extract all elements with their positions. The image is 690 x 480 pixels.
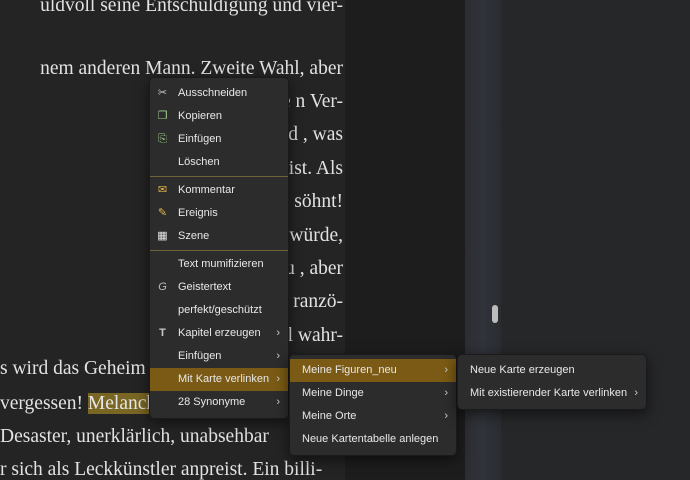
chapter-icon: T xyxy=(159,327,166,339)
menu-item-comment[interactable]: ✉ Kommentar xyxy=(150,179,288,202)
menu-item-label: Kommentar xyxy=(178,184,235,196)
menu-item-label: Meine Dinge xyxy=(302,387,364,399)
menu-item-new-card-table[interactable]: Neue Kartentabelle anlegen xyxy=(290,428,456,451)
comment-icon: ✉ xyxy=(157,184,168,196)
text-line: r sich als Leckkünstler anpreist. Ein bi… xyxy=(0,459,323,480)
menu-item-label: Geistertext xyxy=(178,281,232,293)
menu-item-ghost-text[interactable]: G Geistertext xyxy=(150,276,288,299)
menu-item-label: Meine Figuren_neu xyxy=(302,364,397,376)
chevron-right-icon: › xyxy=(276,396,280,408)
clapperboard-icon: ▦ xyxy=(157,230,168,242)
menu-item-label: Ausschneiden xyxy=(178,87,248,99)
menu-item-copy[interactable]: ❐ Kopieren xyxy=(150,105,288,128)
chevron-right-icon: › xyxy=(634,387,638,399)
menu-item-label: Ereignis xyxy=(178,207,218,219)
chevron-right-icon: › xyxy=(444,410,448,422)
menu-separator xyxy=(150,250,288,251)
chevron-right-icon: › xyxy=(444,387,448,399)
paste-icon: ⎘ xyxy=(158,133,167,145)
menu-item-protected[interactable]: perfekt/geschützt xyxy=(150,299,288,322)
menu-item-create-chapter[interactable]: T Kapitel erzeugen › xyxy=(150,322,288,345)
menu-item-my-things[interactable]: Meine Dinge › xyxy=(290,382,456,405)
menu-item-my-characters[interactable]: Meine Figuren_neu › xyxy=(290,359,456,382)
menu-item-synonyms[interactable]: 28 Synonyme › xyxy=(150,391,288,414)
chevron-right-icon: › xyxy=(276,373,280,385)
submenu-link-card: Meine Figuren_neu › Meine Dinge › Meine Or… xyxy=(289,354,457,456)
menu-item-link-card[interactable]: Mit Karte verlinken › xyxy=(150,368,288,391)
submenu-my-characters: Neue Karte erzeugen Mit existierender Ka… xyxy=(457,354,647,410)
chevron-right-icon: › xyxy=(276,350,280,362)
menu-item-create-card[interactable]: Neue Karte erzeugen xyxy=(458,359,646,382)
menu-item-mummify[interactable]: Text mumifizieren xyxy=(150,253,288,276)
menu-item-cut[interactable]: ✂ Ausschneiden xyxy=(150,82,288,105)
scissors-icon: ✂ xyxy=(157,87,168,99)
menu-item-label: 28 Synonyme xyxy=(178,396,246,408)
menu-item-scene[interactable]: ▦ Szene xyxy=(150,225,288,248)
menu-item-delete[interactable]: Löschen xyxy=(150,151,288,174)
event-icon: ✎ xyxy=(157,207,168,219)
text-before-selection: vergessen! xyxy=(0,393,88,414)
menu-separator xyxy=(150,176,288,177)
menu-item-my-places[interactable]: Meine Orte › xyxy=(290,405,456,428)
menu-item-label: Einfügen xyxy=(178,133,222,145)
menu-item-label: Meine Orte xyxy=(302,410,357,422)
editor-scrollbar-thumb[interactable] xyxy=(492,305,498,323)
text-line: uldvoll seine Entschuldigung und vier- xyxy=(40,0,343,16)
menu-item-label: Kapitel erzeugen xyxy=(178,327,261,339)
menu-item-label: Szene xyxy=(178,230,210,242)
menu-item-label: Kopieren xyxy=(178,110,223,122)
menu-item-label: Neue Karte erzeugen xyxy=(470,364,575,376)
menu-item-label: Löschen xyxy=(178,156,220,168)
menu-item-paste[interactable]: ⎘ Einfügen xyxy=(150,128,288,151)
text-line xyxy=(0,20,343,48)
menu-item-link-existing-card[interactable]: Mit existierender Karte verlinken › xyxy=(458,382,646,405)
menu-item-label: Einfügen xyxy=(178,350,222,362)
menu-item-insert-submenu[interactable]: Einfügen › xyxy=(150,345,288,368)
menu-item-label: Neue Kartentabelle anlegen xyxy=(302,433,439,445)
menu-item-label: perfekt/geschützt xyxy=(178,304,262,316)
menu-item-event[interactable]: ✎ Ereignis xyxy=(150,202,288,225)
menu-item-label: Mit Karte verlinken xyxy=(178,373,270,385)
context-menu: ✂ Ausschneiden ❐ Kopieren ⎘ Einfügen Lösche… xyxy=(149,77,289,419)
menu-item-label: Text mumifizieren xyxy=(178,258,264,270)
chevron-right-icon: › xyxy=(444,364,448,376)
menu-item-label: Mit existierender Karte verlinken xyxy=(470,387,628,399)
copy-icon: ❐ xyxy=(157,110,168,122)
ghost-text-icon: G xyxy=(158,281,167,293)
chevron-right-icon: › xyxy=(276,327,280,339)
